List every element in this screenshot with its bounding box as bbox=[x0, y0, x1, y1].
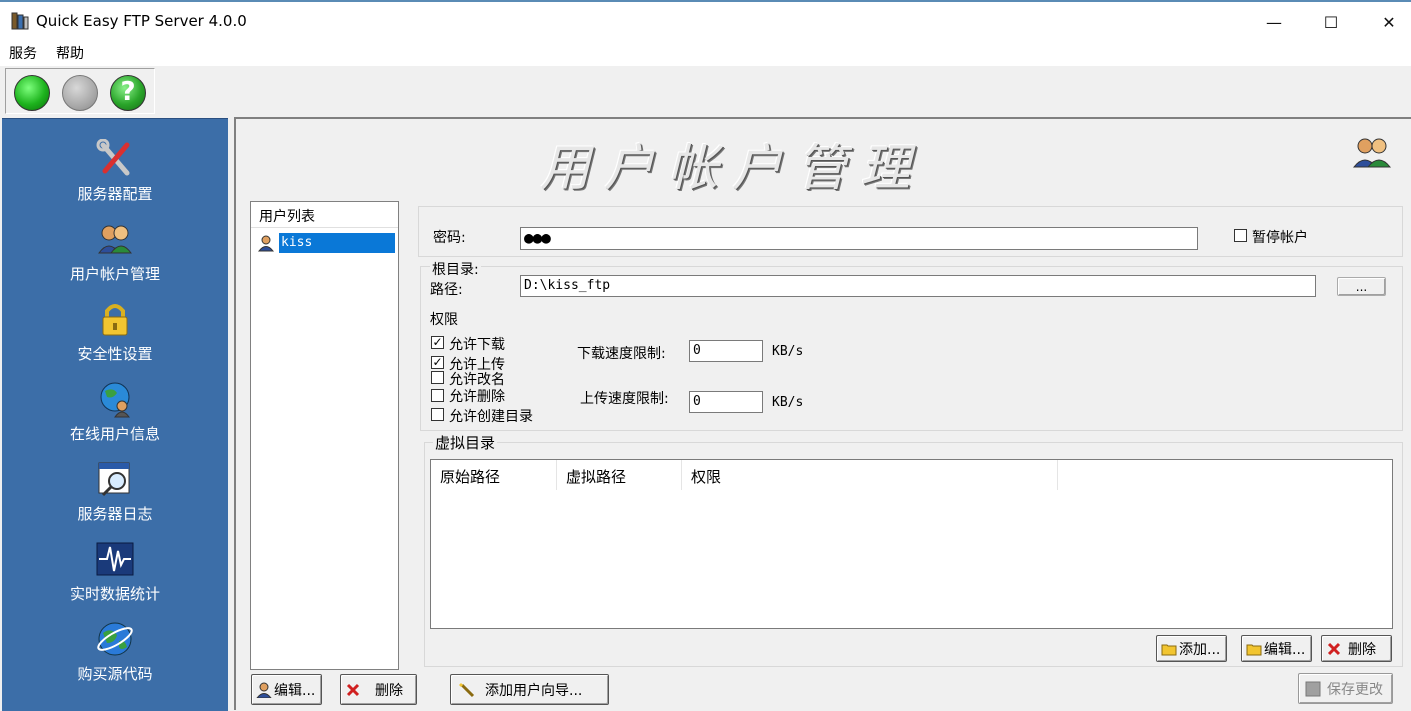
allow-download-label: 允许下载 bbox=[449, 337, 505, 353]
toolbar: ? bbox=[0, 66, 1411, 116]
app-icon bbox=[11, 12, 29, 30]
vdir-delete-button[interactable]: 删除 bbox=[1321, 635, 1392, 662]
sidebar: 服务器配置 用户帐户管理 安全性设置 在线用户信息 服务器日志 实时数据统计 购… bbox=[2, 118, 228, 711]
sidebar-item-label: 服务器日志 bbox=[77, 505, 153, 523]
column-header[interactable]: 原始路径 bbox=[431, 460, 557, 490]
edit-user-label: 编辑... bbox=[274, 682, 316, 699]
sidebar-item-buy-source[interactable]: 购买源代码 bbox=[2, 609, 228, 689]
menu-service[interactable]: 服务 bbox=[9, 43, 37, 63]
sidebar-item-label: 安全性设置 bbox=[77, 345, 153, 363]
folder-edit-icon bbox=[1246, 644, 1262, 655]
vdir-delete-label: 删除 bbox=[1348, 641, 1376, 658]
menu-bar: 服务 帮助 bbox=[0, 40, 1411, 67]
download-limit-field[interactable]: 0 bbox=[689, 340, 763, 362]
check-icon: ✓ bbox=[432, 335, 443, 349]
wand-icon bbox=[459, 682, 475, 697]
virtual-dir-table[interactable]: 原始路径 虚拟路径 权限 bbox=[430, 459, 1393, 629]
root-dir-label: 根目录: bbox=[430, 259, 481, 279]
vdir-add-label: 添加... bbox=[1179, 641, 1221, 658]
close-button[interactable]: ✕ bbox=[1360, 2, 1411, 42]
user-icon bbox=[257, 235, 275, 252]
virtual-dir-label: 虚拟目录 bbox=[433, 432, 498, 453]
sidebar-item-realtime-stats[interactable]: 实时数据统计 bbox=[2, 529, 228, 609]
save-changes-label: 保存更改 bbox=[1327, 681, 1383, 698]
pulse-icon bbox=[96, 542, 134, 576]
path-field[interactable]: D:\kiss_ftp bbox=[520, 275, 1316, 297]
check-icon: ✓ bbox=[432, 355, 443, 369]
sidebar-item-user-accounts[interactable]: 用户帐户管理 bbox=[2, 209, 228, 289]
path-label: 路径: bbox=[430, 282, 463, 298]
suspend-account-label: 暂停帐户 bbox=[1252, 230, 1308, 246]
delete-user-button[interactable]: 删除 bbox=[340, 674, 417, 705]
globe-icon bbox=[97, 622, 133, 656]
vdir-add-button[interactable]: 添加... bbox=[1156, 635, 1227, 662]
page-banner-title: 用户帐户管理 bbox=[540, 139, 924, 197]
log-magnifier-icon bbox=[98, 462, 130, 497]
sidebar-item-label: 实时数据统计 bbox=[69, 585, 160, 603]
browse-button[interactable]: ... bbox=[1337, 277, 1386, 296]
upload-limit-unit: KB/s bbox=[772, 395, 804, 410]
save-changes-button[interactable]: 保存更改 bbox=[1298, 673, 1393, 704]
window-title: Quick Easy FTP Server 4.0.0 bbox=[36, 12, 247, 30]
users-icon bbox=[98, 225, 132, 254]
user-edit-icon bbox=[256, 682, 272, 698]
title-bar: Quick Easy FTP Server 4.0.0 — ☐ ✕ bbox=[0, 0, 1411, 40]
allow-delete-checkbox[interactable] bbox=[431, 389, 444, 402]
add-user-wizard-button[interactable]: 添加用户向导... bbox=[450, 674, 609, 705]
sidebar-item-online-users[interactable]: 在线用户信息 bbox=[2, 369, 228, 449]
permissions-label: 权限 bbox=[430, 312, 458, 328]
folder-add-icon bbox=[1161, 644, 1177, 655]
vdir-edit-button[interactable]: 编辑... bbox=[1241, 635, 1312, 662]
allow-download-checkbox[interactable]: ✓ bbox=[431, 336, 444, 349]
user-list-header: 用户列表 bbox=[251, 202, 398, 228]
sidebar-item-label: 服务器配置 bbox=[77, 185, 153, 203]
delete-user-label: 删除 bbox=[375, 682, 403, 699]
menu-help[interactable]: 帮助 bbox=[56, 43, 84, 63]
help-button[interactable]: ? bbox=[110, 75, 146, 111]
password-field[interactable]: ●●● bbox=[520, 227, 1198, 250]
user-name: kiss bbox=[279, 233, 395, 253]
stop-server-button[interactable] bbox=[62, 75, 98, 111]
upload-limit-field[interactable]: 0 bbox=[689, 391, 763, 413]
user-list: 用户列表 kiss bbox=[250, 201, 399, 670]
edit-user-button[interactable]: 编辑... bbox=[251, 674, 322, 705]
globe-users-icon bbox=[100, 382, 130, 418]
delete-x-icon bbox=[346, 683, 360, 696]
sidebar-item-security[interactable]: 安全性设置 bbox=[2, 289, 228, 369]
column-header[interactable]: 虚拟路径 bbox=[557, 460, 682, 490]
tools-icon bbox=[96, 139, 130, 176]
help-icon: ? bbox=[120, 77, 136, 107]
sidebar-item-server-config[interactable]: 服务器配置 bbox=[2, 129, 228, 209]
password-label: 密码: bbox=[433, 230, 466, 246]
save-icon bbox=[1305, 681, 1321, 696]
allow-delete-label: 允许删除 bbox=[449, 389, 505, 405]
sidebar-item-server-log[interactable]: 服务器日志 bbox=[2, 449, 228, 529]
allow-rename-checkbox[interactable] bbox=[431, 371, 444, 384]
sidebar-item-label: 用户帐户管理 bbox=[69, 265, 160, 283]
sidebar-item-label: 在线用户信息 bbox=[69, 425, 160, 443]
suspend-account-checkbox[interactable] bbox=[1234, 229, 1247, 242]
lock-icon bbox=[102, 304, 128, 336]
allow-upload-checkbox[interactable]: ✓ bbox=[431, 356, 444, 369]
toolbar-group: ? bbox=[5, 68, 155, 114]
vdir-edit-label: 编辑... bbox=[1264, 641, 1306, 658]
add-user-wizard-label: 添加用户向导... bbox=[485, 682, 583, 699]
allow-mkdir-checkbox[interactable] bbox=[431, 408, 444, 421]
maximize-button[interactable]: ☐ bbox=[1302, 2, 1360, 42]
sidebar-item-label: 购买源代码 bbox=[77, 665, 153, 683]
delete-x-icon bbox=[1327, 642, 1341, 655]
start-server-button[interactable] bbox=[14, 75, 50, 111]
users-icon bbox=[1352, 138, 1392, 168]
download-limit-label: 下载速度限制: bbox=[577, 346, 666, 362]
allow-mkdir-label: 允许创建目录 bbox=[449, 409, 533, 425]
download-limit-unit: KB/s bbox=[772, 344, 804, 359]
upload-limit-label: 上传速度限制: bbox=[580, 391, 669, 407]
minimize-button[interactable]: — bbox=[1245, 2, 1303, 42]
list-item[interactable]: kiss bbox=[257, 233, 395, 253]
column-header[interactable]: 权限 bbox=[682, 460, 1058, 490]
